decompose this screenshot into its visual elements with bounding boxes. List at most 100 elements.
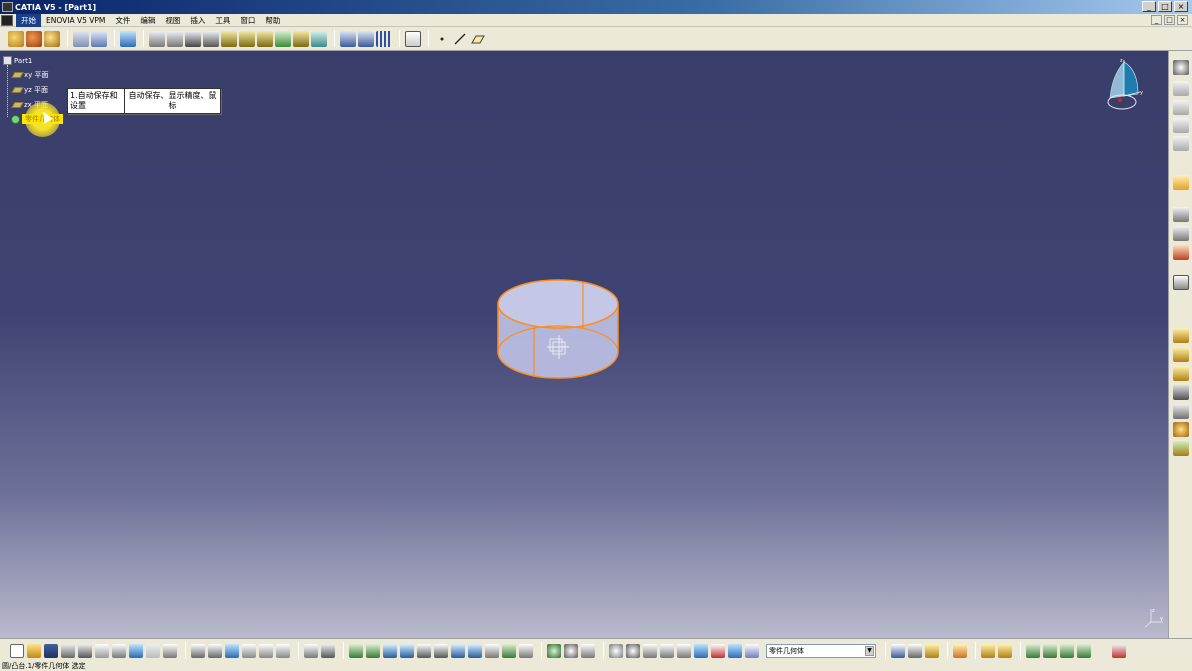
apply-icon[interactable] [998,643,1012,658]
tree-node-yz-plane[interactable]: yz 平面 [11,85,48,95]
layers-icon[interactable] [728,643,742,658]
delete-icon[interactable] [711,643,725,658]
grid-icon[interactable] [376,30,392,47]
plane-icon[interactable] [470,31,486,47]
tile-icon[interactable] [891,643,905,658]
pocket-icon[interactable] [149,30,165,47]
scan-icon[interactable] [321,643,335,658]
open-folder-icon[interactable] [27,643,41,658]
menu-tools[interactable]: 工具 [210,14,235,27]
compass-icon[interactable]: y z [1102,56,1146,114]
layer-icon[interactable] [91,30,107,47]
doc-restore-button[interactable]: □ [1164,15,1175,25]
filter-icon[interactable] [694,643,708,658]
chevron-down-icon[interactable]: ▼ [865,645,874,656]
knowledge-icon[interactable] [242,643,256,658]
zoom-in-icon[interactable] [417,643,431,658]
properties-icon[interactable] [745,643,759,658]
update-icon[interactable] [547,643,561,658]
refresh-icon[interactable] [609,643,623,658]
shaft-icon[interactable] [167,30,183,47]
3d-viewport[interactable]: Part1 xy 平面 yz 平面 zx 平面 零件几何体 1.自动保存和设置 … [0,51,1168,638]
new-file-icon[interactable] [10,643,24,658]
body-icon[interactable] [1173,441,1189,456]
cylinder-part[interactable] [495,277,623,381]
fillet-icon[interactable] [221,30,237,47]
menu-file[interactable]: 文件 [110,14,135,27]
brush-icon[interactable] [953,643,967,658]
shading-icon[interactable] [485,643,499,658]
zoom-out-icon[interactable] [434,643,448,658]
menu-start[interactable]: 开始 [16,13,41,27]
render-icon[interactable] [1173,118,1189,133]
fit-all-icon[interactable] [366,643,380,658]
surface-icon[interactable] [1173,347,1189,362]
part-design-icon[interactable] [44,30,60,47]
scale-icon[interactable] [1173,404,1189,419]
rib-icon[interactable] [203,30,219,47]
material-icon[interactable] [1173,81,1189,96]
measure-item-icon[interactable] [581,643,595,658]
shell-icon[interactable] [275,30,291,47]
menu-enovia[interactable]: ENOVIA V5 VPM [41,14,110,27]
minimize-button[interactable]: _ [1142,1,1156,12]
tree-node-xy-plane[interactable]: xy 平面 [11,70,49,80]
print-icon[interactable] [61,643,75,658]
boolean-icon[interactable] [293,30,309,47]
normal-view-icon[interactable] [451,643,465,658]
point-icon[interactable] [434,31,450,47]
view-icon[interactable] [73,30,89,47]
axis-system-icon[interactable] [405,30,421,47]
menu-edit[interactable]: 编辑 [135,14,160,27]
menu-help[interactable]: 帮助 [260,14,285,27]
chamfer-icon[interactable] [239,30,255,47]
publish-icon[interactable] [981,643,995,658]
iso-view-icon[interactable] [468,643,482,658]
maximize-button[interactable]: □ [1158,1,1172,12]
pipette-icon[interactable] [1026,643,1040,658]
scene-icon[interactable] [1060,643,1074,658]
lock-icon[interactable] [925,643,939,658]
doc-minimize-button[interactable]: _ [1151,15,1162,25]
hole-icon[interactable] [185,30,201,47]
menu-window[interactable]: 窗口 [235,14,260,27]
formula-icon[interactable] [191,643,205,658]
constraint-toolbar-icon[interactable] [340,30,356,47]
rotate-icon[interactable] [400,643,414,658]
axis-swap-icon[interactable] [643,643,657,658]
rule-icon[interactable] [259,643,273,658]
undo-icon[interactable] [129,643,143,658]
photo-studio-icon[interactable] [1043,643,1057,658]
doc-close-button[interactable]: × [1177,15,1188,25]
pattern-icon[interactable] [311,30,327,47]
tree-root-part1[interactable]: Part1 [3,56,32,65]
copy-icon[interactable] [95,643,109,658]
menu-view[interactable]: 视图 [160,14,185,27]
ruler-icon[interactable] [677,643,691,658]
current-body-select[interactable]: 零件几何体 ▼ [766,643,876,658]
thick-icon[interactable] [1173,366,1189,381]
redo-icon[interactable] [146,643,160,658]
mirror-icon[interactable] [1173,385,1189,400]
axis-icon[interactable] [1173,422,1189,437]
comment-icon[interactable] [208,643,222,658]
measure-icon[interactable] [1173,207,1189,222]
apply-material-icon[interactable] [1173,100,1189,115]
swap-space-icon[interactable] [519,643,533,658]
save-icon[interactable] [44,643,58,658]
fly-mode-icon[interactable] [349,643,363,658]
compass-settings-icon[interactable] [1173,60,1189,75]
cascade-icon[interactable] [908,643,922,658]
analysis-icon[interactable] [1173,226,1189,241]
measure-between-icon[interactable] [564,643,578,658]
document-menu-icon[interactable] [1,14,13,26]
hide-show-icon[interactable] [502,643,516,658]
draft-icon[interactable] [257,30,273,47]
menu-insert[interactable]: 插入 [185,14,210,27]
paste-icon[interactable] [112,643,126,658]
cut-icon[interactable] [78,643,92,658]
solid-icon[interactable] [1173,328,1189,343]
select-icon[interactable] [1173,175,1189,190]
constraint-icon[interactable] [1173,245,1189,260]
catalog-icon[interactable] [304,643,318,658]
